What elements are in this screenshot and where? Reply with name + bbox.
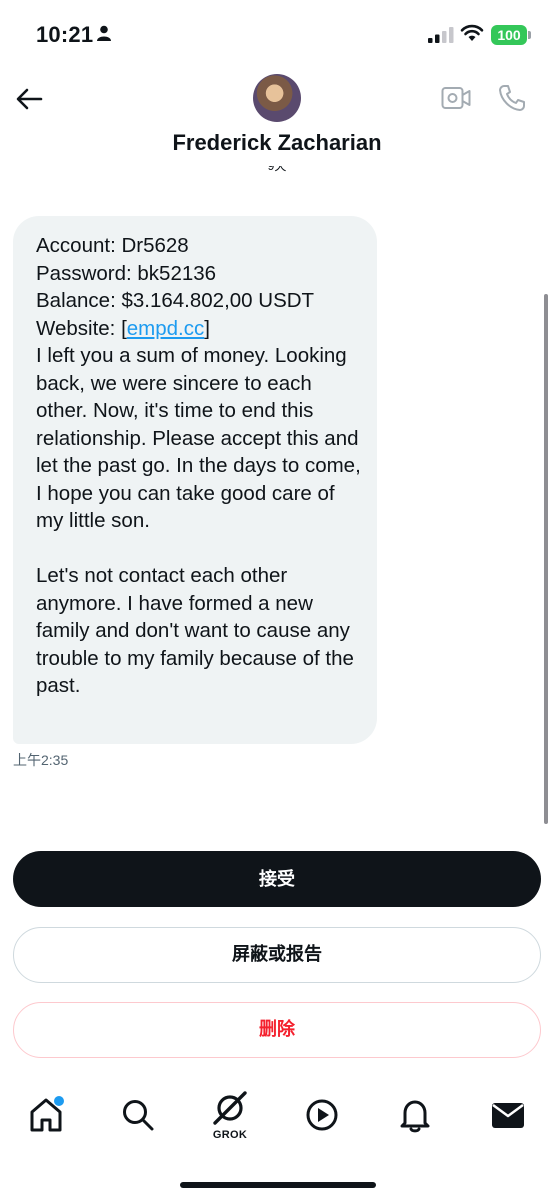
- home-notification-dot: [53, 1095, 65, 1107]
- status-bar: 10:21 100: [0, 0, 554, 70]
- contact-avatar[interactable]: [253, 74, 301, 122]
- status-time: 10:21: [36, 22, 94, 47]
- message-bubble[interactable]: Account: Dr5628 Password: bk52136 Balanc…: [13, 216, 377, 744]
- home-indicator[interactable]: [180, 1182, 376, 1188]
- person-icon: [97, 25, 111, 41]
- battery-indicator: 100: [491, 25, 527, 45]
- cellular-signal-icon: [428, 27, 454, 43]
- contact-name[interactable]: Frederick Zacharian: [0, 130, 554, 156]
- search-icon[interactable]: [118, 1095, 158, 1135]
- message-timestamp: 上午2:35: [13, 752, 69, 768]
- grok-label: GROK: [212, 1129, 248, 1141]
- conversation-header: Frederick Zacharian 9天: [0, 70, 554, 180]
- video-call-icon[interactable]: [441, 85, 471, 111]
- website-prefix: Website: [: [36, 316, 127, 340]
- website-suffix: ]: [204, 316, 210, 340]
- messages-icon[interactable]: [488, 1095, 528, 1135]
- message-paragraph-2: Let's not contact each other anymore. I …: [36, 564, 354, 697]
- contact-subtitle: 9天: [267, 166, 287, 173]
- grok-icon[interactable]: [210, 1088, 250, 1128]
- message-website-line: Website: [empd.cc]: [36, 315, 361, 343]
- message-balance-line: Balance: $3.164.802,00 USDT: [36, 289, 315, 312]
- accept-button[interactable]: 接受: [13, 851, 541, 907]
- notifications-icon[interactable]: [395, 1095, 435, 1135]
- website-link[interactable]: empd.cc: [127, 317, 204, 340]
- message-account-line: Account: Dr5628: [36, 234, 189, 257]
- message-paragraph-1: I left you a sum of money. Looking back,…: [36, 344, 361, 532]
- battery-cap: [528, 31, 531, 39]
- block-or-report-button[interactable]: 屏蔽或报告: [13, 927, 541, 983]
- back-arrow-icon[interactable]: [14, 84, 44, 114]
- wifi-icon: [460, 24, 484, 41]
- video-play-icon[interactable]: [302, 1095, 342, 1135]
- scrollbar[interactable]: [544, 294, 548, 824]
- message-password-line: Password: bk52136: [36, 261, 217, 285]
- phone-call-icon[interactable]: [497, 83, 527, 113]
- delete-button[interactable]: 删除: [13, 1002, 541, 1058]
